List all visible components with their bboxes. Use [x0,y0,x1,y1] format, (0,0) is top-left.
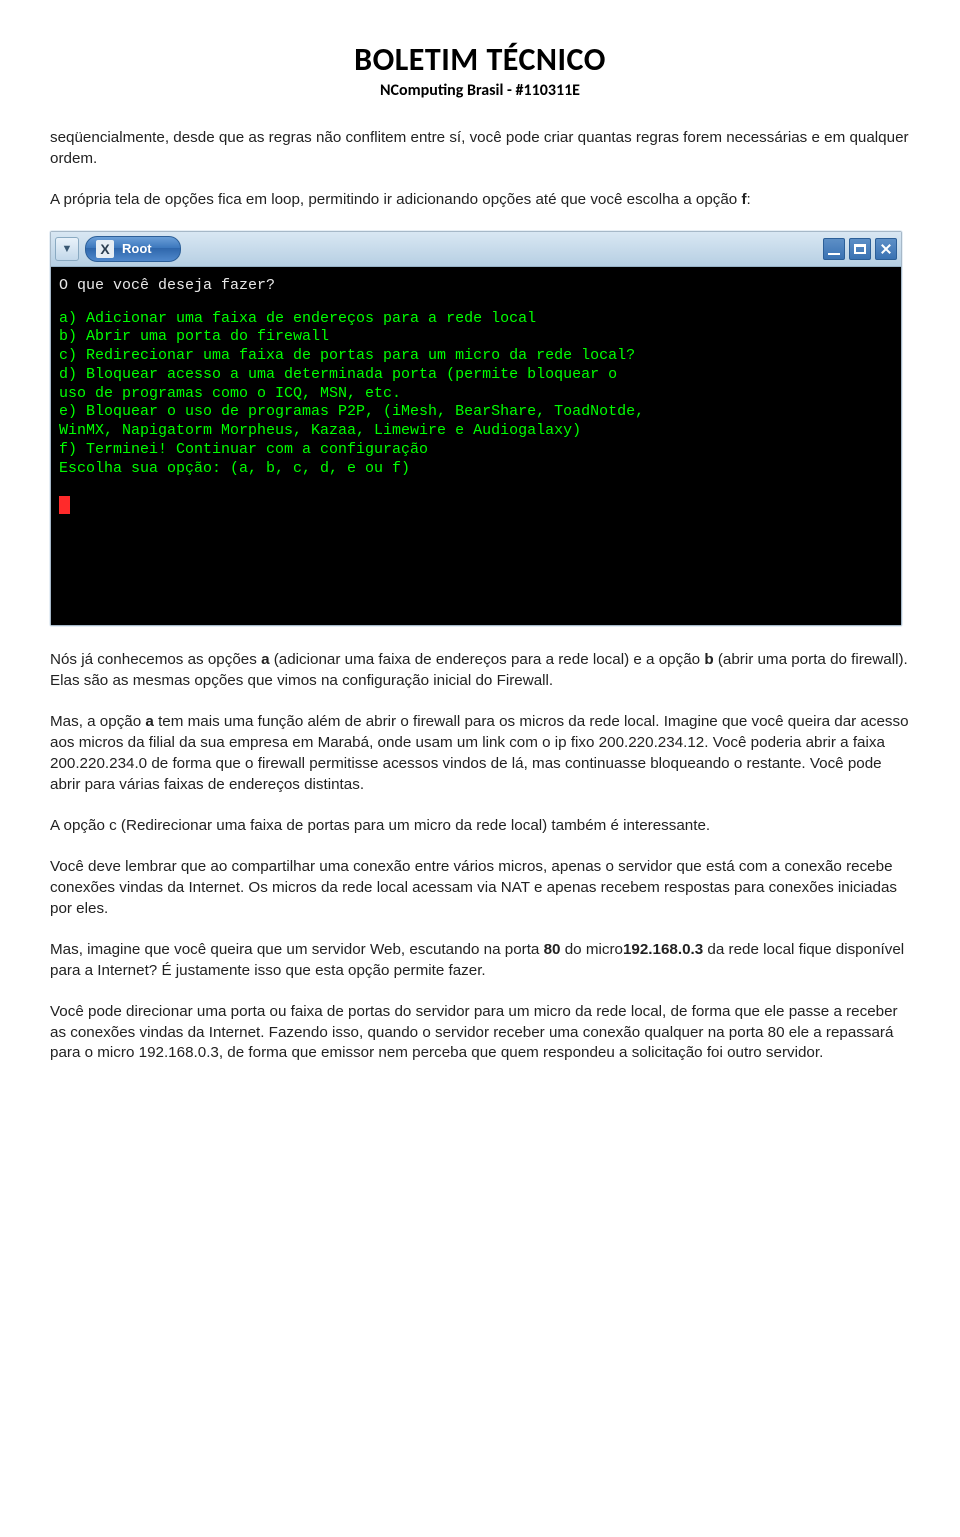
paragraph-2: A própria tela de opções fica em loop, p… [50,190,910,211]
window-menu-button[interactable]: ▼ [55,237,79,261]
terminal-body[interactable]: O que você deseja fazer? a) Adicionar um… [51,267,901,625]
minimize-button[interactable] [823,238,845,260]
terminal-cursor [59,496,70,514]
p4-text-c: tem mais uma função além de abrir o fire… [50,713,909,793]
document-subtitle: NComputing Brasil - #110311E [50,81,910,100]
p3-text-c: (adicionar uma faixa de endereços para a… [270,651,705,668]
window-titlebar[interactable]: ▼ X Root [51,232,901,267]
terminal-option-d-2: uso de programas como o ICQ, MSN, etc. [59,385,893,404]
terminal-option-e-2: WinMX, Napigatorm Morpheus, Kazaa, Limew… [59,422,893,441]
paragraph-5: A opção c (Redirecionar uma faixa de por… [50,816,910,837]
terminal-option-c: c) Redirecionar uma faixa de portas para… [59,347,893,366]
maximize-button[interactable] [849,238,871,260]
terminal-option-e-1: e) Bloquear o uso de programas P2P, (iMe… [59,403,893,422]
p7-text-c: do micro [561,941,623,958]
window-title-pill[interactable]: X Root [85,236,181,262]
terminal-option-b: b) Abrir uma porta do firewall [59,328,893,347]
terminal-choose: Escolha sua opção: (a, b, c, d, e ou f) [59,460,893,479]
document-header: BOLETIM TÉCNICO NComputing Brasil - #110… [50,40,910,100]
window-title-text: Root [122,241,152,256]
p4-bold: a [145,713,153,730]
document-title: BOLETIM TÉCNICO [50,40,910,79]
paragraph-8: Você pode direcionar uma porta ou faixa … [50,1002,910,1065]
close-button[interactable] [875,238,897,260]
p3-bold-a: a [261,651,269,668]
p7-bold-port: 80 [544,941,561,958]
paragraph-2-text-c: : [747,191,751,208]
paragraph-2-text-a: A própria tela de opções fica em loop, p… [50,191,741,208]
terminal-prompt: O que você deseja fazer? [59,277,893,296]
terminal-window: ▼ X Root O que você deseja fazer? a) Adi… [50,231,902,626]
paragraph-4: Mas, a opção a tem mais uma função além … [50,712,910,796]
p7-text-a: Mas, imagine que você queira que um serv… [50,941,544,958]
paragraph-1: seqüencialmente, desde que as regras não… [50,128,910,170]
paragraph-7: Mas, imagine que você queira que um serv… [50,940,910,982]
p3-bold-b: b [704,651,713,668]
p7-bold-ip: 192.168.0.3 [623,941,703,958]
paragraph-3: Nós já conhecemos as opções a (adicionar… [50,650,910,692]
terminal-option-a: a) Adicionar uma faixa de endereços para… [59,310,893,329]
p3-text-a: Nós já conhecemos as opções [50,651,261,668]
paragraph-6: Você deve lembrar que ao compartilhar um… [50,857,910,920]
terminal-option-f: f) Terminei! Continuar com a configuraçã… [59,441,893,460]
terminal-option-d-1: d) Bloquear acesso a uma determinada por… [59,366,893,385]
p4-text-a: Mas, a opção [50,713,145,730]
x-icon: X [96,240,114,258]
